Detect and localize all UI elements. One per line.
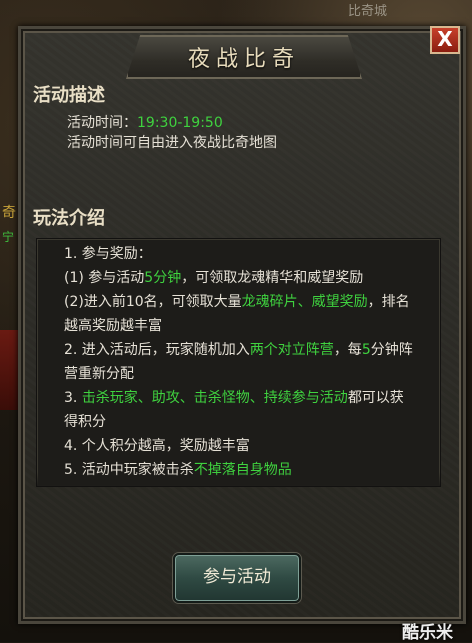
rule-line: 4. 个人积分越高，奖励越丰富: [64, 438, 250, 454]
event-time-value: 19:30-19:50: [137, 115, 223, 131]
scroll-fade: [37, 472, 440, 486]
rule-line: (1) 参与活动5分钟，可领取龙魂精华和威望奖励: [64, 270, 364, 286]
join-event-button[interactable]: 参与活动: [173, 553, 301, 603]
event-note: 活动时间可自由进入夜战比奇地图: [67, 135, 277, 151]
watermark-logo: 酷乐米: [402, 623, 453, 643]
description-heading: 活动描述: [33, 85, 105, 106]
rule-line: 2. 进入活动后，玩家随机加入两个对立阵营，每5分钟阵营重新分配: [64, 342, 413, 382]
rules-scroll-box[interactable]: 1. 参与奖励： (1) 参与活动5分钟，可领取龙魂精华和威望奖励 (2)进入前…: [36, 238, 441, 487]
rules-text: 1. 参与奖励： (1) 参与活动5分钟，可领取龙魂精华和威望奖励 (2)进入前…: [64, 242, 416, 482]
rules-heading: 玩法介绍: [33, 208, 105, 229]
background-glyph: 奇: [2, 205, 16, 221]
rule-line: 3. 击杀玩家、助攻、击杀怪物、持续参与活动都可以获得积分: [64, 390, 404, 430]
event-time-label: 活动时间：: [67, 115, 137, 131]
background-location-text: 比奇城: [348, 4, 388, 19]
event-time-row: 活动时间：19:30-19:50: [67, 112, 223, 132]
dialog-title: 夜战比奇: [187, 47, 300, 72]
background-glyph-green: 宁: [2, 230, 15, 244]
rule-line: 1. 参与奖励：: [64, 246, 152, 262]
close-button[interactable]: X: [430, 26, 460, 54]
dialog-title-plate: 夜战比奇: [126, 35, 362, 79]
rule-line: (2)进入前10名，可领取大量龙魂碎片、威望奖励，排名越高奖励越丰富: [64, 294, 410, 334]
event-dialog: 夜战比奇 活动描述 活动时间：19:30-19:50 活动时间可自由进入夜战比奇…: [18, 26, 466, 624]
